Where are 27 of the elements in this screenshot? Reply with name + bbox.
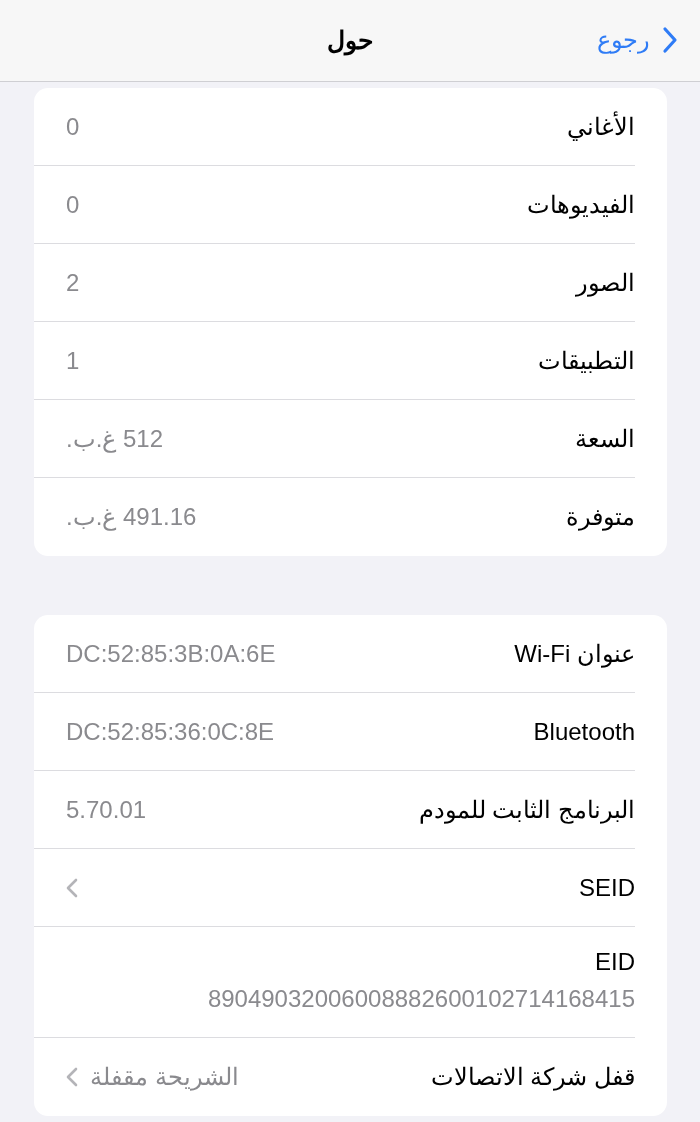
row-label: البرنامج الثابت للمودم — [418, 794, 635, 826]
row-value: 512 غ.ب. — [66, 423, 164, 455]
row-value: 1 — [66, 345, 80, 376]
chevron-icon — [66, 1067, 78, 1087]
chevron-icon — [66, 877, 78, 898]
row-label: EID — [594, 947, 635, 977]
row-value: DC:52:85:3B:0A:6E — [66, 638, 276, 669]
row-label: عنوان Wi-Fi — [514, 638, 635, 670]
row-label: التطبيقات — [538, 345, 635, 376]
back-chevron-icon — [662, 26, 678, 54]
row-value: 491.16 غ.ب. — [66, 502, 197, 533]
row-value: 5.70.01 — [66, 794, 147, 825]
row-label: الصور — [576, 267, 635, 299]
row-value: 89049032006008882600102714168415 — [206, 984, 635, 1014]
row-value: 2 — [66, 267, 80, 298]
row-label: السعة — [575, 423, 635, 454]
row-label: Bluetooth — [533, 716, 635, 747]
row-label: الفيديوهات — [527, 189, 635, 221]
row-label: الأغاني — [567, 110, 635, 143]
row-value: DC:52:85:36:0C:8E — [66, 716, 275, 747]
settings-row[interactable]: قفل شركة الاتصالات الشريحة مقفلة — [34, 1038, 635, 1116]
back-button[interactable]: رجوع — [597, 22, 678, 58]
row-value: 0 — [66, 189, 80, 220]
settings-row[interactable]: SEID — [34, 849, 635, 927]
row-label: متوفرة — [566, 502, 635, 533]
row-value: 0 — [66, 111, 80, 142]
screen-title: حول — [327, 24, 373, 58]
